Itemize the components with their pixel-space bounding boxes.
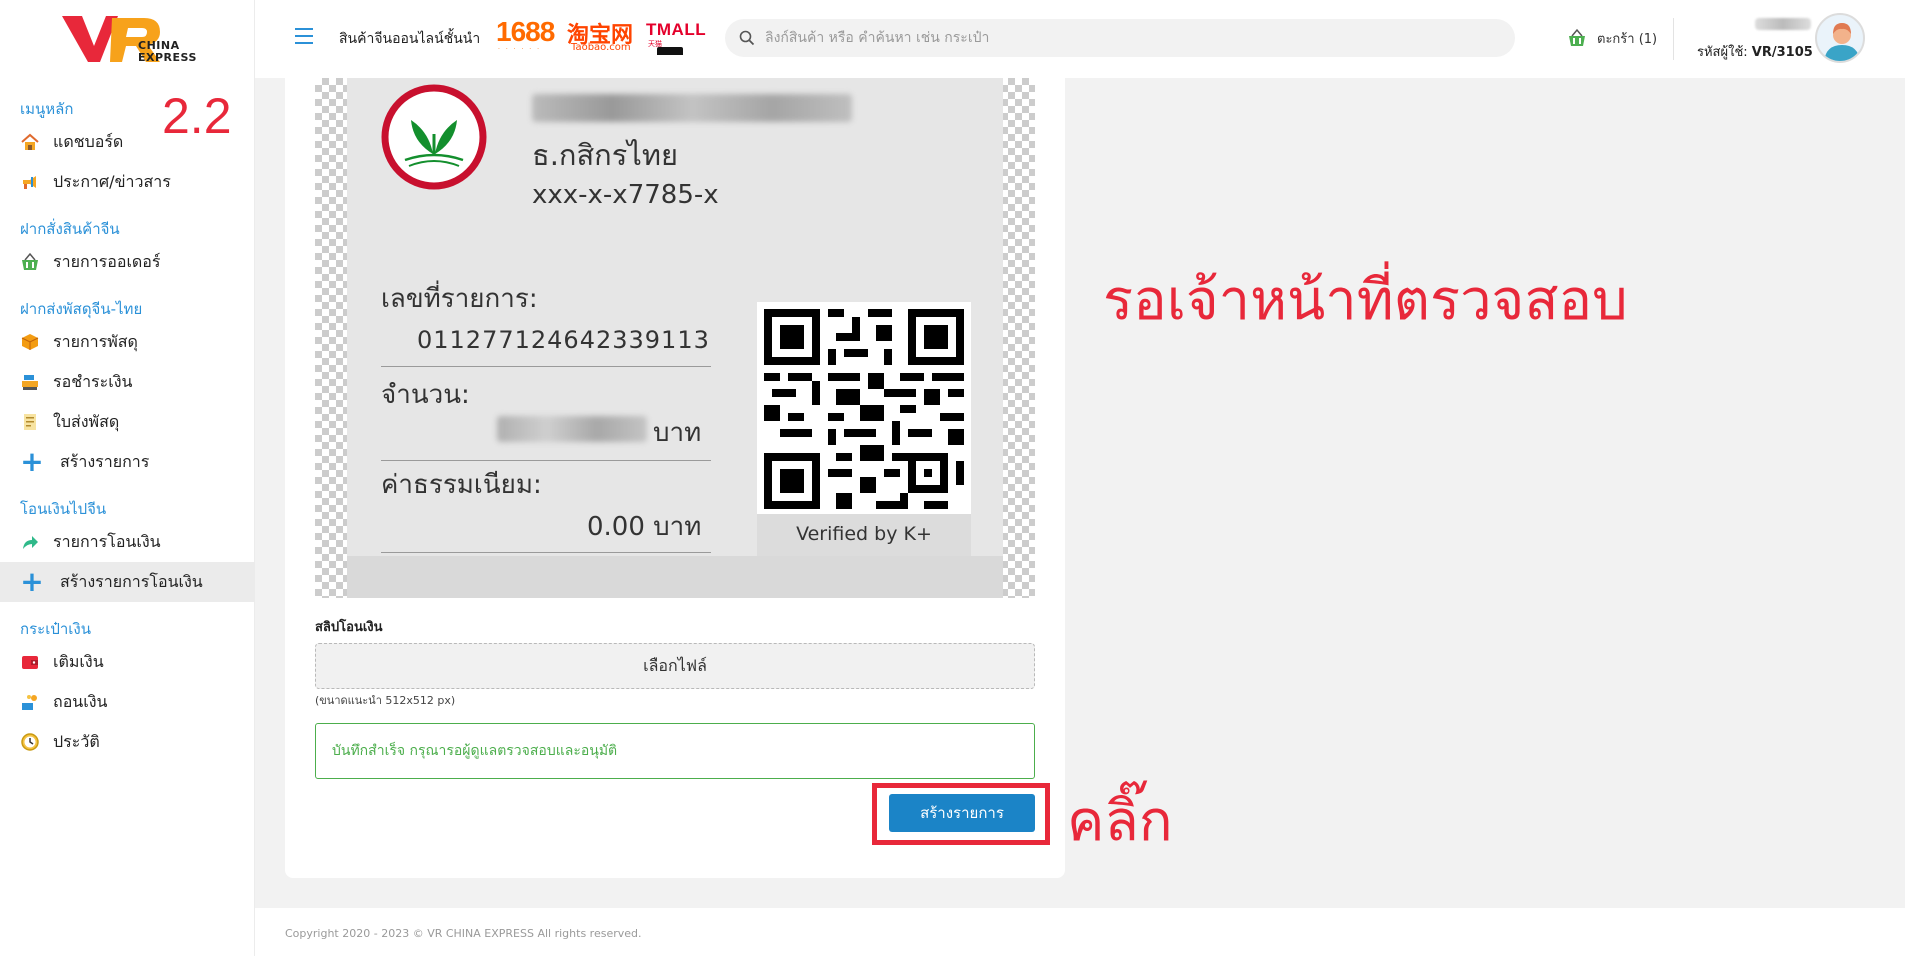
home-icon	[20, 132, 40, 152]
sidebar-item-topup[interactable]: เติมเงิน	[0, 642, 255, 682]
sidebar-item-dashboard[interactable]: แดชบอร์ด	[0, 122, 255, 162]
brand-taobao-sub: Taobao.com	[571, 42, 631, 53]
click-annotation: คลิ๊ก	[1067, 789, 1173, 854]
sidebar-menu: เมนูหลัก แดชบอร์ด ประกาศ/ข่าวสาร ฝากสั่ง…	[0, 96, 255, 762]
slip-divider	[381, 460, 711, 461]
header-divider	[1673, 18, 1674, 60]
qr-code-icon	[764, 309, 964, 509]
sidebar-item-label: ประกาศ/ข่าวสาร	[53, 171, 171, 191]
section-title-china-order: ฝากสั่งสินค้าจีน	[20, 220, 120, 238]
choose-file-button[interactable]: เลือกไฟล์	[315, 643, 1035, 689]
withdraw-icon	[20, 692, 40, 712]
click-highlight-box	[872, 783, 1050, 845]
user-id: รหัสผู้ใช้: VR/3105	[1697, 45, 1813, 60]
brand-tmall-link[interactable]: TMALL	[646, 20, 706, 40]
plus-icon: +	[20, 565, 44, 598]
sidebar-item-label: รายการออเดอร์	[53, 251, 161, 271]
search-input[interactable]	[765, 19, 1495, 57]
basket-icon	[20, 252, 40, 272]
section-title-wallet: กระเป๋าเงิน	[20, 620, 91, 638]
verified-by-kplus: Verified by K+	[757, 514, 971, 556]
search-icon	[739, 30, 755, 46]
brand-1688-sub: · · · · · ·	[498, 46, 541, 53]
sidebar-item-label: สร้างรายการโอนเงิน	[60, 571, 203, 591]
transfer-slip-image: ธ.กสิกรไทย xxx-x-x7785-x เลขที่รายการ: 0…	[347, 78, 1003, 598]
transfer-form-card: ธ.กสิกรไทย xxx-x-x7785-x เลขที่รายการ: 0…	[285, 78, 1065, 878]
sidebar-item-parcels[interactable]: รายการพัสดุ	[0, 322, 255, 362]
bank-name: ธ.กสิกรไทย	[532, 138, 679, 172]
fee-label: ค่าธรรมเนียม:	[381, 470, 542, 500]
header-tagline: สินค้าจีนออนไลน์ชั้นนำ	[339, 31, 481, 47]
image-size-hint: (ขนาดแนะนำ 512x512 px)	[315, 694, 456, 707]
avatar[interactable]	[1815, 13, 1865, 63]
ref-label: เลขที่รายการ:	[381, 284, 538, 314]
qr-code	[757, 302, 971, 514]
sidebar-item-create-shipment[interactable]: + สร้างรายการ	[0, 442, 255, 482]
sidebar-item-label: แดชบอร์ด	[53, 131, 124, 151]
top-header: สินค้าจีนออนไลน์ชั้นนำ 1688 · · · · · · …	[255, 0, 1905, 78]
account-number: xxx-x-x7785-x	[532, 180, 719, 210]
slip-field-label: สลิปโอนเงิน	[315, 620, 383, 635]
search-bar	[725, 19, 1515, 57]
sidebar-item-awaiting-payment[interactable]: รอชำระเงิน	[0, 362, 255, 402]
slip-divider	[381, 366, 711, 367]
vr-china-express-logo[interactable]: CHINA EXPRESS	[60, 12, 200, 68]
sidebar-item-label: สร้างรายการ	[60, 451, 150, 471]
plus-icon: +	[20, 445, 44, 478]
sidebar-item-label: ประวัติ	[53, 731, 100, 751]
sidebar-item-withdraw[interactable]: ถอนเงิน	[0, 682, 255, 722]
sidebar: CHINA EXPRESS 2.2 เมนูหลัก แดชบอร์ด ประก…	[0, 0, 255, 956]
tmall-cat-icon	[657, 47, 683, 55]
amount-unit: บาท	[653, 418, 702, 448]
waiting-annotation: รอเจ้าหน้าที่ตรวจสอบ	[1103, 268, 1628, 333]
ref-value: 011277124642339113	[417, 326, 710, 354]
fee-value: 0.00 บาท	[587, 512, 702, 542]
account-name-blurred	[532, 94, 852, 122]
hamburger-menu-icon[interactable]	[295, 28, 313, 44]
logo-text: CHINA EXPRESS	[138, 39, 197, 64]
brand-1688-link[interactable]: 1688	[496, 16, 555, 48]
share-arrow-icon	[20, 532, 40, 552]
document-icon	[20, 412, 40, 432]
username-blurred	[1755, 18, 1811, 30]
sidebar-item-label: ใบส่งพัสดุ	[53, 411, 120, 431]
section-title-main: เมนูหลัก	[20, 100, 74, 118]
cash-register-icon	[20, 372, 40, 392]
slip-preview: ธ.กสิกรไทย xxx-x-x7785-x เลขที่รายการ: 0…	[315, 78, 1035, 598]
kbank-logo-icon	[381, 84, 487, 190]
sidebar-item-label: รายการพัสดุ	[53, 331, 138, 351]
wallet-icon	[20, 652, 40, 672]
sidebar-item-orders[interactable]: รายการออเดอร์	[0, 242, 255, 282]
sidebar-item-label: รายการโอนเงิน	[53, 531, 161, 551]
amount-blurred	[497, 416, 647, 442]
sidebar-item-label: รอชำระเงิน	[53, 371, 133, 391]
copyright: Copyright 2020 - 2023 © VR CHINA EXPRESS…	[285, 927, 642, 940]
box-icon	[20, 332, 40, 352]
slip-divider	[381, 552, 711, 553]
megaphone-icon	[20, 172, 40, 192]
sidebar-item-label: เติมเงิน	[53, 651, 104, 671]
section-title-shipping: ฝากส่งพัสดุจีน-ไทย	[20, 300, 143, 318]
sidebar-item-label: ถอนเงิน	[53, 691, 108, 711]
history-icon	[20, 732, 40, 752]
sidebar-item-transfers[interactable]: รายการโอนเงิน	[0, 522, 255, 562]
success-alert: บันทึกสำเร็จ กรุณารอผู้ดูแลตรวจสอบและอนุ…	[315, 723, 1035, 779]
cart-button[interactable]: ตะกร้า (1)	[1567, 26, 1657, 50]
sidebar-item-history[interactable]: ประวัติ	[0, 722, 255, 762]
section-title-transfer: โอนเงินไปจีน	[20, 500, 107, 518]
sidebar-item-create-transfer[interactable]: + สร้างรายการโอนเงิน	[0, 562, 255, 602]
sidebar-item-announcements[interactable]: ประกาศ/ข่าวสาร	[0, 162, 255, 202]
amount-label: จำนวน:	[381, 380, 470, 410]
sidebar-item-waybill[interactable]: ใบส่งพัสดุ	[0, 402, 255, 442]
basket-icon	[1569, 28, 1585, 46]
cart-label: ตะกร้า (1)	[1597, 31, 1658, 47]
